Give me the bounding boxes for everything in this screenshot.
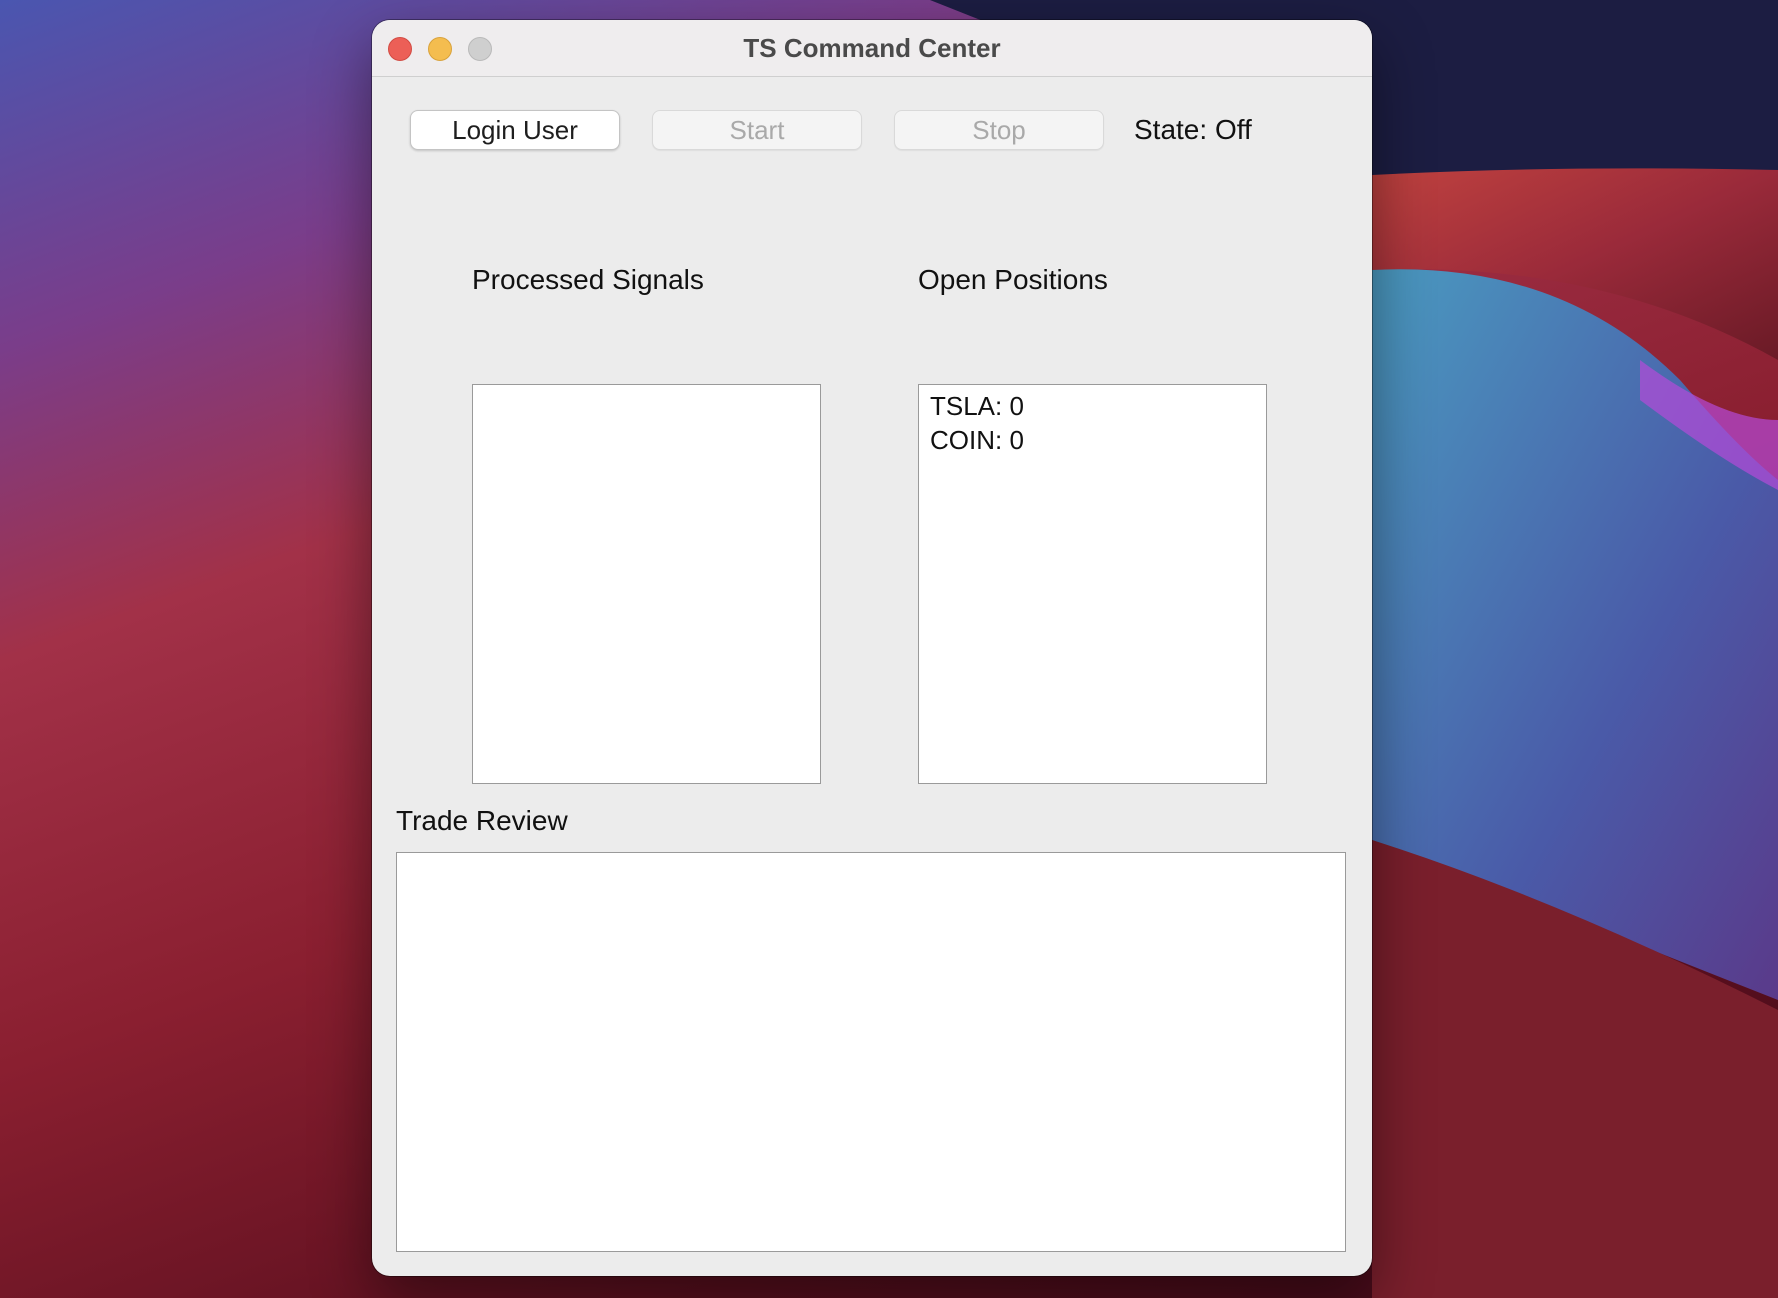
open-positions-label: Open Positions bbox=[918, 264, 1108, 295]
stop-button[interactable]: Stop bbox=[894, 110, 1104, 150]
app-window: TS Command Center Login User Start Stop … bbox=[372, 20, 1372, 1276]
list-item[interactable]: TSLA: 0 bbox=[930, 389, 1255, 423]
trade-review-textarea[interactable] bbox=[396, 852, 1346, 1252]
processed-signals-label: Processed Signals bbox=[472, 264, 704, 295]
login-user-button[interactable]: Login User bbox=[410, 110, 620, 150]
state-status-label: State: Off bbox=[1134, 114, 1252, 145]
start-button[interactable]: Start bbox=[652, 110, 862, 150]
window-title: TS Command Center bbox=[743, 33, 1001, 63]
open-positions-list[interactable]: TSLA: 0 COIN: 0 bbox=[918, 384, 1267, 784]
title-bar[interactable]: TS Command Center bbox=[372, 20, 1372, 77]
trade-review-text bbox=[397, 853, 1345, 865]
list-item[interactable]: COIN: 0 bbox=[930, 423, 1255, 457]
processed-signals-list[interactable] bbox=[472, 384, 821, 784]
trade-review-label: Trade Review bbox=[396, 805, 568, 836]
